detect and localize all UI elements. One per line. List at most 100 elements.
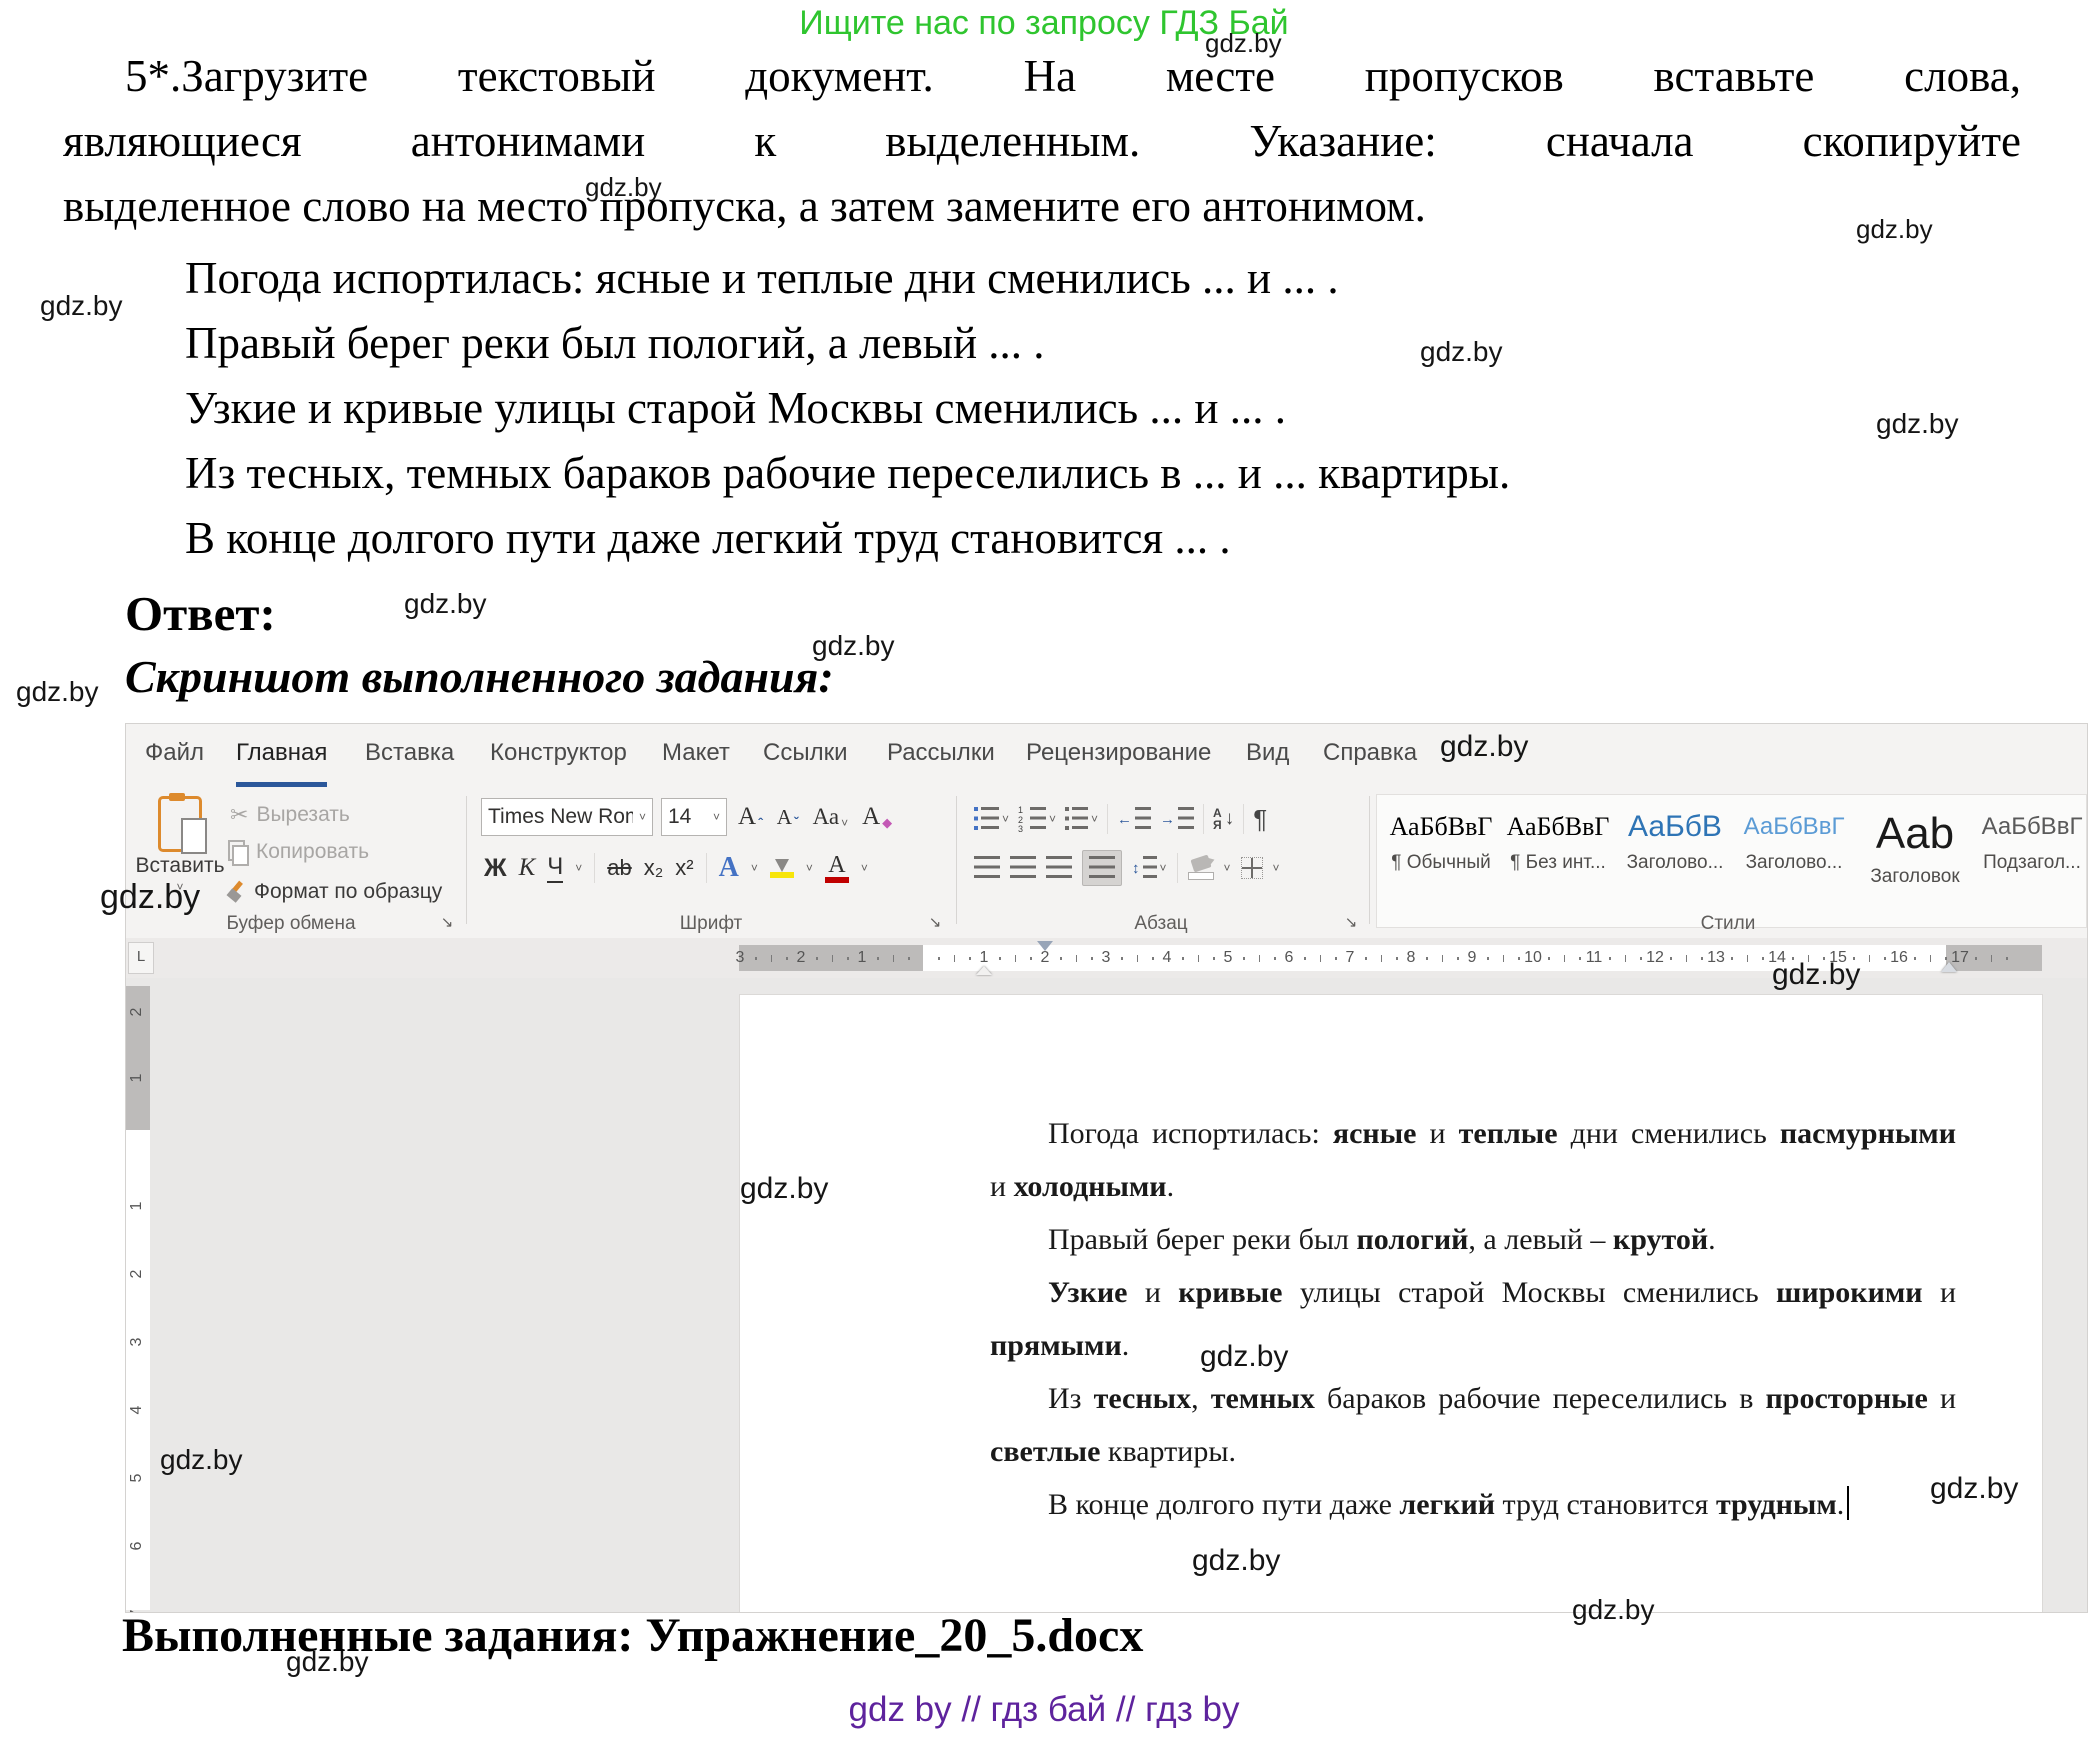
chevron-down-icon: ˅	[861, 861, 868, 875]
gdz-watermark: gdz.by	[286, 1646, 369, 1678]
tab-Макет[interactable]: Макет	[662, 724, 730, 782]
change-case-button[interactable]: Аа˅	[810, 804, 852, 830]
borders-button[interactable]	[1241, 857, 1263, 879]
copy-button[interactable]: Копировать	[228, 840, 369, 864]
highlight-button[interactable]	[770, 859, 794, 878]
show-marks-button[interactable]: ¶	[1253, 804, 1267, 835]
bullet-list-icon	[974, 807, 978, 831]
right-indent-marker[interactable]	[1941, 962, 1957, 972]
increase-indent-button[interactable]: →	[1160, 807, 1194, 831]
subscript-button[interactable]: x₂	[644, 855, 664, 881]
style-label: ¶ Обычный	[1385, 852, 1497, 874]
style-card[interactable]: АаБбВЗаголово...	[1619, 798, 1731, 920]
gdz-watermark: gdz.by	[1440, 730, 1528, 764]
gdz-watermark: gdz.by	[160, 1444, 243, 1476]
group-separator	[466, 796, 467, 924]
style-sample: АаБбВ	[1619, 812, 1731, 842]
shading-color-bar	[1188, 872, 1214, 880]
bullet-list-button[interactable]: ˅	[974, 807, 1009, 831]
gdz-watermark: gdz.by	[16, 676, 99, 708]
chevron-down-icon: ˅	[841, 816, 848, 830]
answer-label: Ответ:	[125, 585, 276, 642]
justify-button[interactable]	[1082, 850, 1122, 886]
gdz-watermark: gdz.by	[740, 1172, 828, 1206]
line-spacing-icon: ↕	[1132, 860, 1140, 877]
shading-button[interactable]	[1188, 857, 1214, 880]
font-name-select[interactable]: Times New Rom ˅	[481, 798, 653, 836]
chevron-down-icon: ˅	[713, 810, 720, 824]
clear-formatting-button[interactable]: А◆	[859, 803, 895, 831]
tab-Справка[interactable]: Справка	[1323, 724, 1417, 782]
gdz-watermark: gdz.by	[1772, 958, 1860, 992]
document-line: Правый берег реки был пологий, а левый –…	[990, 1213, 1956, 1266]
cut-button[interactable]: ✂ Вырезать	[230, 802, 350, 828]
document-line: светлые квартиры.	[990, 1425, 1956, 1478]
gdz-watermark: gdz.by	[1420, 336, 1503, 368]
task-line: являющиеся антонимами к выделенным. Указ…	[63, 115, 2021, 167]
scissors-icon: ✂	[230, 802, 248, 828]
tab-Вид[interactable]: Вид	[1246, 724, 1289, 782]
grow-font-icon: ˆ	[758, 815, 763, 831]
style-card[interactable]: АаБбВвГ ¶ Обычный	[1385, 798, 1497, 920]
left-indent-marker[interactable]	[976, 966, 992, 975]
shrink-font-button[interactable]: Аˇ	[774, 805, 802, 830]
style-card[interactable]: АаБбВвГЗаголово...	[1738, 798, 1850, 920]
align-left-button[interactable]	[974, 856, 1000, 880]
task-sentence: Узкие и кривые улицы старой Москвы смени…	[185, 382, 1286, 434]
document-page[interactable]: Погода испортилась: ясные и теплые дни с…	[739, 994, 2043, 1612]
completed-label: Выполненные задания: Упражнение_20_5.doc…	[122, 1608, 1143, 1663]
group-separator	[1369, 796, 1370, 924]
format-painter-button[interactable]: Формат по образцу	[226, 880, 442, 904]
style-sample: АаБбВвГ	[1385, 812, 1497, 842]
sort-button[interactable]: АЯ ↓	[1213, 807, 1234, 831]
underline-button[interactable]: Ч	[547, 853, 563, 883]
clear-formatting-icon: ◆	[882, 815, 892, 831]
chevron-down-icon: ˅	[639, 810, 646, 824]
multilevel-list-button[interactable]: ˅	[1065, 807, 1098, 831]
tab-Рассылки[interactable]: Рассылки	[887, 724, 995, 782]
paragraph-group-label: Абзац	[956, 913, 1366, 935]
style-card[interactable]: АabЗаголовок	[1859, 798, 1971, 920]
style-card[interactable]: АаБбВвГ¶ Без инт...	[1502, 798, 1614, 920]
strikethrough-button[interactable]: ab	[607, 855, 631, 881]
document-line: Погода испортилась: ясные и теплые дни с…	[990, 1107, 1956, 1160]
task-line: выделенное слово на место пропуска, а за…	[63, 180, 2021, 232]
superscript-button[interactable]: x²	[675, 855, 693, 881]
paragraph-dialog-launcher-icon[interactable]: ↘	[1342, 915, 1360, 933]
style-card[interactable]: АаБбВвГПодзагол...	[1976, 798, 2088, 920]
first-line-indent-marker[interactable]	[1037, 941, 1053, 951]
tab-Рецензирование[interactable]: Рецензирование	[1026, 724, 1211, 782]
separator	[594, 853, 595, 883]
gdz-watermark: gdz.by	[1200, 1340, 1288, 1374]
font-size-select[interactable]: 14 ˅	[661, 798, 727, 836]
font-dialog-launcher-icon[interactable]: ↘	[926, 915, 944, 933]
ribbon-tab-bar: Файл Главная Вставка Конструктор Макет Ссылки…	[126, 724, 2087, 788]
tab-stop-selector[interactable]: L	[128, 942, 154, 974]
highlighter-icon	[775, 859, 789, 872]
increase-indent-icon: →	[1160, 811, 1175, 828]
line-spacing-button[interactable]: ↕˅	[1132, 856, 1167, 880]
font-size-value: 14	[668, 805, 707, 829]
align-right-button[interactable]	[1046, 856, 1072, 880]
numbered-list-button[interactable]: 1 2 3˅	[1018, 806, 1056, 832]
clipboard-dialog-launcher-icon[interactable]: ↘	[438, 915, 456, 933]
tab-Вставка[interactable]: Вставка	[365, 724, 454, 782]
tab-Главная[interactable]: Главная	[236, 724, 327, 787]
font-color-button[interactable]: А	[825, 853, 849, 883]
tab-Файл[interactable]: Файл	[145, 724, 204, 782]
align-center-button[interactable]	[1010, 856, 1036, 880]
clipboard-icon	[158, 796, 202, 852]
italic-button[interactable]: К	[519, 854, 536, 882]
task-sentence: Погода испортилась: ясные и теплые дни с…	[185, 252, 1339, 304]
tab-Конструктор[interactable]: Конструктор	[490, 724, 627, 782]
task-line: 5*.Загрузите текстовый документ. На мест…	[125, 50, 2021, 102]
document-line: Из тесных, темных бараков рабочие пересе…	[990, 1372, 1956, 1425]
format-painter-icon	[226, 881, 246, 903]
grow-font-button[interactable]: Аˆ	[735, 803, 766, 831]
separator	[1203, 804, 1204, 834]
text-effects-button[interactable]: А	[719, 852, 739, 884]
tab-Ссылки[interactable]: Ссылки	[763, 724, 848, 782]
task-sentence: Из тесных, темных бараков рабочие пересе…	[185, 447, 1510, 499]
decrease-indent-button[interactable]: ←	[1117, 807, 1151, 831]
bold-button[interactable]: Ж	[484, 854, 507, 883]
